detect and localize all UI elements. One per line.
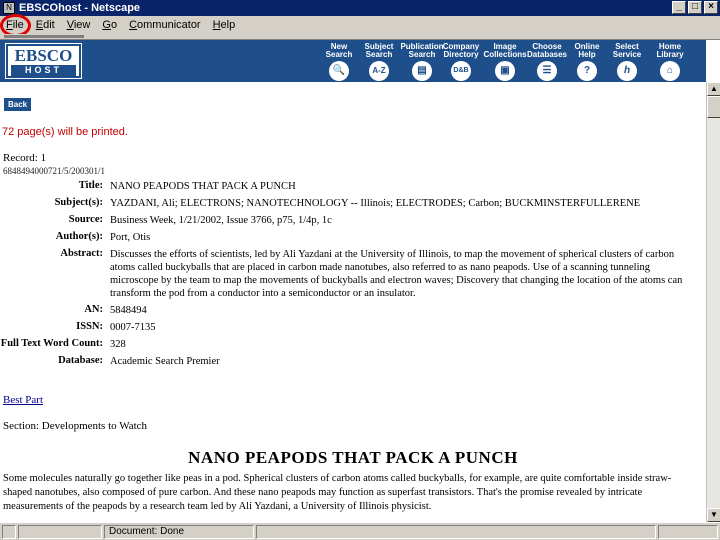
status-text: Document: Done [104,524,254,539]
menu-edit[interactable]: Edit [30,16,61,34]
dnb-icon: D&B [451,61,471,81]
menu-communicator[interactable]: Communicator [123,16,207,34]
record-label: Record: 1 [3,152,47,164]
scroll-thumb[interactable] [707,96,720,118]
component-bar [658,524,718,539]
az-icon: A-Z [369,61,389,81]
field-row-source: Source: Business Week, 1/21/2002, Issue 3… [68,214,332,226]
status-panel [256,524,656,539]
title-bar: N EBSCOhost - Netscape _ □ × [0,0,720,16]
progress-area [18,524,102,539]
netscape-app-icon[interactable]: N [3,2,15,14]
library-icon: ⌂ [660,61,680,81]
field-row-database: Database: Academic Search Premier [58,355,220,367]
maximize-button[interactable]: □ [688,1,702,14]
menu-view[interactable]: View [61,16,97,34]
ebsco-header: EBSCO HOST New Search 🔍 Subject Search A-Z P… [0,40,706,82]
menu-bar: File Edit View Go Communicator Help [0,16,720,34]
field-row-issn: ISSN: 0007-7135 [76,321,156,333]
article-body: Some molecules naturally go together lik… [3,473,672,512]
field-row-title: Title: NANO PEAPODS THAT PACK A PUNCH [78,180,296,192]
field-row-subjects: Subject(s): YAZDANI, Ali; ELECTRONS; NANO… [54,197,641,209]
close-button[interactable]: × [704,1,718,14]
window-title: EBSCOhost - Netscape [19,2,141,14]
database-icon: ☰ [537,61,557,81]
menu-help[interactable]: Help [207,16,242,34]
field-row-word-count: Full Text Word Count: 328 [0,338,126,350]
minimize-button[interactable]: _ [672,1,686,14]
scroll-up-icon[interactable]: ▲ [707,82,720,96]
scroll-down-icon[interactable]: ▼ [707,508,720,522]
menu-go[interactable]: Go [96,16,123,34]
window-controls: _ □ × [672,1,718,14]
article-title: NANO PEAPODS THAT PACK A PUNCH [188,448,518,467]
image-icon: ▣ [495,61,515,81]
section-label: Section: Developments to Watch [3,420,148,432]
service-icon: h [617,61,637,81]
citation-fields: Title: NANO PEAPODS THAT PACK A PUNCH Sub… [0,180,704,372]
status-bar: Document: Done [0,522,720,540]
field-row-an: AN: 5848494 [84,304,147,316]
field-row-authors: Author(s): Port, Otis [55,231,151,243]
back-button[interactable]: Back [4,98,32,111]
field-row-abstract: Abstract: Discusses the efforts of scient… [60,248,683,299]
vertical-scrollbar[interactable]: ▲ ▼ [706,82,720,522]
publication-icon: ▤ [412,61,432,81]
best-part-link[interactable]: Best Part [3,394,43,406]
company-directory-button[interactable]: Company Directory D&B [436,43,486,81]
print-message: 72 page(s) will be printed. [2,126,128,138]
ebscohost-logo[interactable]: EBSCO HOST [5,43,82,79]
home-library-button[interactable]: Home Library ⌂ [645,43,695,81]
magnifier-icon: 🔍 [329,61,349,81]
help-icon: ? [577,61,597,81]
page-content: Back 72 page(s) will be printed. Record:… [0,82,706,522]
security-lock-icon[interactable] [2,524,16,539]
record-id: 6848494000721/5/200301/1 [3,166,106,176]
